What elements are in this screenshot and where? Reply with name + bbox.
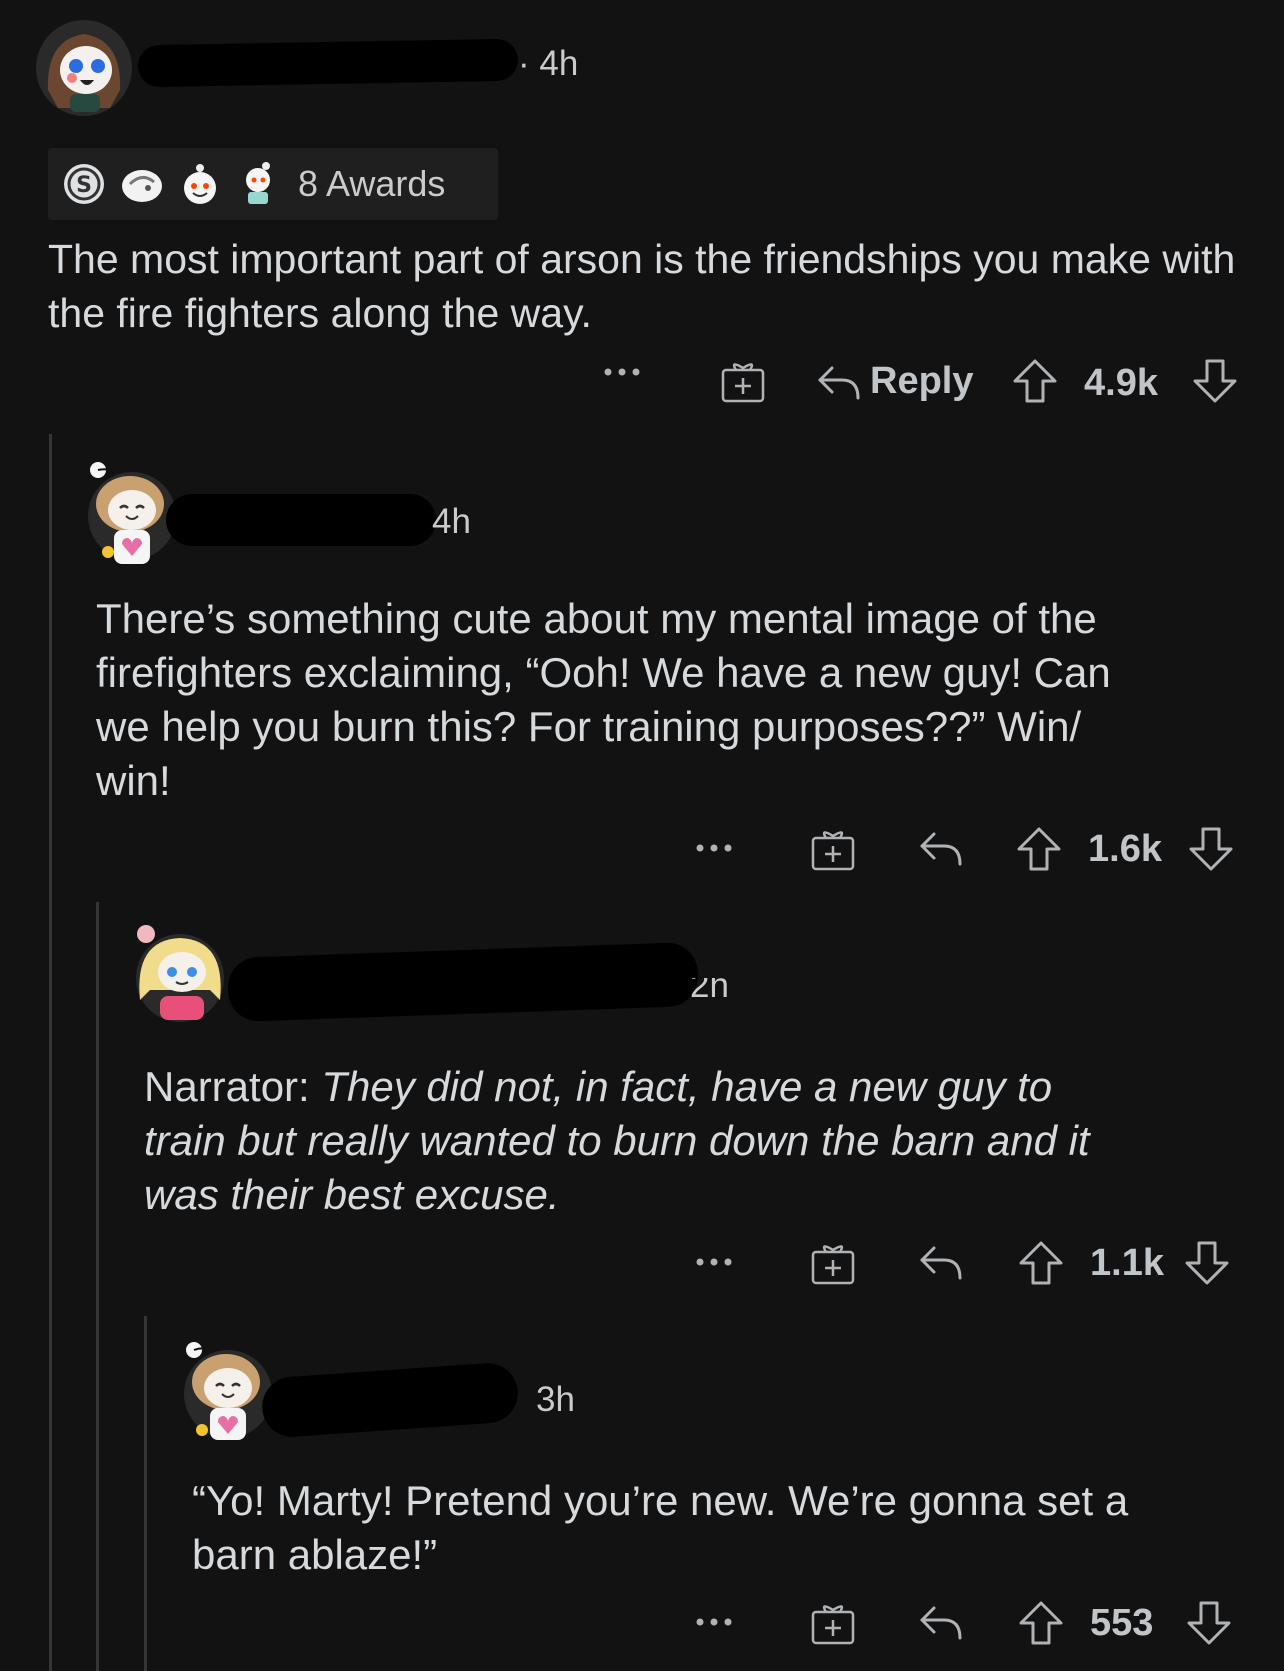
comment-body: There’s something cute about my mental i… <box>96 592 1276 808</box>
reply-arrow-icon <box>920 1606 962 1640</box>
redacted-username <box>137 38 519 88</box>
comment-text-line: was their best excuse. <box>144 1168 1274 1222</box>
downvote-button[interactable] <box>1192 358 1238 404</box>
reply-arrow-icon <box>818 366 860 399</box>
downvote-arrow-icon <box>1187 1601 1231 1645</box>
comment-text: The most important part of arson is the … <box>48 236 1236 336</box>
avatar[interactable] <box>130 920 230 1030</box>
upvote-button[interactable] <box>1016 826 1062 872</box>
avatar[interactable] <box>180 1336 276 1446</box>
comment-text-line: Narrator: They did not, in fact, have a … <box>144 1060 1274 1114</box>
ellipsis-icon <box>696 1618 732 1626</box>
comment-timestamp: · 4h <box>518 44 579 83</box>
more-options-button[interactable] <box>602 366 642 378</box>
avatar[interactable] <box>36 20 132 116</box>
reply-button[interactable] <box>918 828 964 868</box>
redacted-username <box>227 941 699 1023</box>
reply-label: Reply <box>870 360 974 402</box>
downvote-button[interactable] <box>1184 1240 1230 1286</box>
more-options-button[interactable] <box>694 1616 734 1628</box>
comment-body: “Yo! Marty! Pretend you’re new. We’re go… <box>192 1474 1272 1582</box>
wholesome-award-icon <box>178 162 222 206</box>
gift-icon <box>811 831 855 871</box>
comment-italic-text: They did not, in fact, have a new guy to <box>321 1063 1053 1110</box>
avatar-snoo-icon <box>136 925 224 1022</box>
thread-line-level-1[interactable] <box>49 434 52 1671</box>
give-award-button[interactable] <box>810 1240 856 1286</box>
redacted-username <box>260 1361 520 1439</box>
awards-count: 8 Awards <box>298 163 446 204</box>
gift-icon <box>721 363 765 403</box>
ellipsis-icon <box>696 844 732 852</box>
more-options-button[interactable] <box>694 1256 734 1268</box>
comment-text-line: we help you burn this? For training purp… <box>96 703 1082 750</box>
thread-line-level-3[interactable] <box>144 1316 147 1671</box>
comment-text-line: train but really wanted to burn down the… <box>144 1114 1274 1168</box>
more-options-button[interactable] <box>694 842 734 854</box>
upvote-arrow-icon <box>1019 1601 1063 1645</box>
upvote-arrow-icon <box>1019 1241 1063 1285</box>
upvote-button[interactable] <box>1018 1600 1064 1646</box>
reply-button[interactable] <box>918 1242 964 1282</box>
score: 4.9k <box>1084 362 1158 404</box>
ellipsis-icon <box>696 1258 732 1266</box>
svg-text:S: S <box>76 173 92 198</box>
comment-body: The most important part of arson is the … <box>48 232 1248 340</box>
reply-button[interactable]: Reply <box>816 360 973 403</box>
comment-italic-text: train but really wanted to burn down the… <box>144 1117 1090 1164</box>
awards-bar[interactable]: S 8 Awards <box>48 148 498 220</box>
silver-award-icon: S <box>62 162 106 206</box>
redacted-username <box>166 494 436 546</box>
give-award-button[interactable] <box>720 358 766 404</box>
ellipsis-icon <box>604 368 640 376</box>
comment-text-line: firefighters exclaiming, “Ooh! We have a… <box>96 649 1111 696</box>
downvote-arrow-icon <box>1189 827 1233 871</box>
downvote-arrow-icon <box>1193 359 1237 403</box>
upvote-arrow-icon <box>1013 359 1057 403</box>
comment-text-line: win! <box>96 757 171 804</box>
comment-timestamp: 3h <box>536 1380 575 1419</box>
upvote-arrow-icon <box>1017 827 1061 871</box>
score: 1.6k <box>1088 828 1162 870</box>
timestamp-text: 4h <box>539 44 579 83</box>
comment-italic-text: was their best excuse. <box>144 1171 560 1218</box>
reply-arrow-icon <box>920 832 962 866</box>
upvote-button[interactable] <box>1012 358 1058 404</box>
downvote-button[interactable] <box>1186 1600 1232 1646</box>
thread-line-level-2[interactable] <box>96 902 99 1671</box>
comment-body: Narrator: They did not, in fact, have a … <box>144 1060 1274 1222</box>
avatar-snoo-icon <box>38 22 130 114</box>
give-award-button[interactable] <box>810 826 856 872</box>
downvote-arrow-icon <box>1185 1241 1229 1285</box>
score: 553 <box>1090 1602 1154 1644</box>
comment-text-line: There’s something cute about my mental i… <box>96 595 1097 642</box>
avatar-snoo-icon <box>184 1342 272 1440</box>
gift-icon <box>811 1245 855 1285</box>
comment-text-line: “Yo! Marty! Pretend you’re new. We’re go… <box>192 1477 1129 1524</box>
gift-icon <box>811 1605 855 1645</box>
snoo-award-icon <box>236 162 280 206</box>
downvote-button[interactable] <box>1188 826 1234 872</box>
score: 1.1k <box>1090 1242 1164 1284</box>
upvote-button[interactable] <box>1018 1240 1064 1286</box>
give-award-button[interactable] <box>810 1600 856 1646</box>
facepalm-award-icon <box>120 162 164 206</box>
comment-text-line: barn ablaze!” <box>192 1531 438 1578</box>
reply-arrow-icon <box>920 1246 962 1280</box>
reply-button[interactable] <box>918 1602 964 1642</box>
narrator-prefix: Narrator: <box>144 1063 322 1110</box>
comment-timestamp: 4h <box>432 502 471 541</box>
